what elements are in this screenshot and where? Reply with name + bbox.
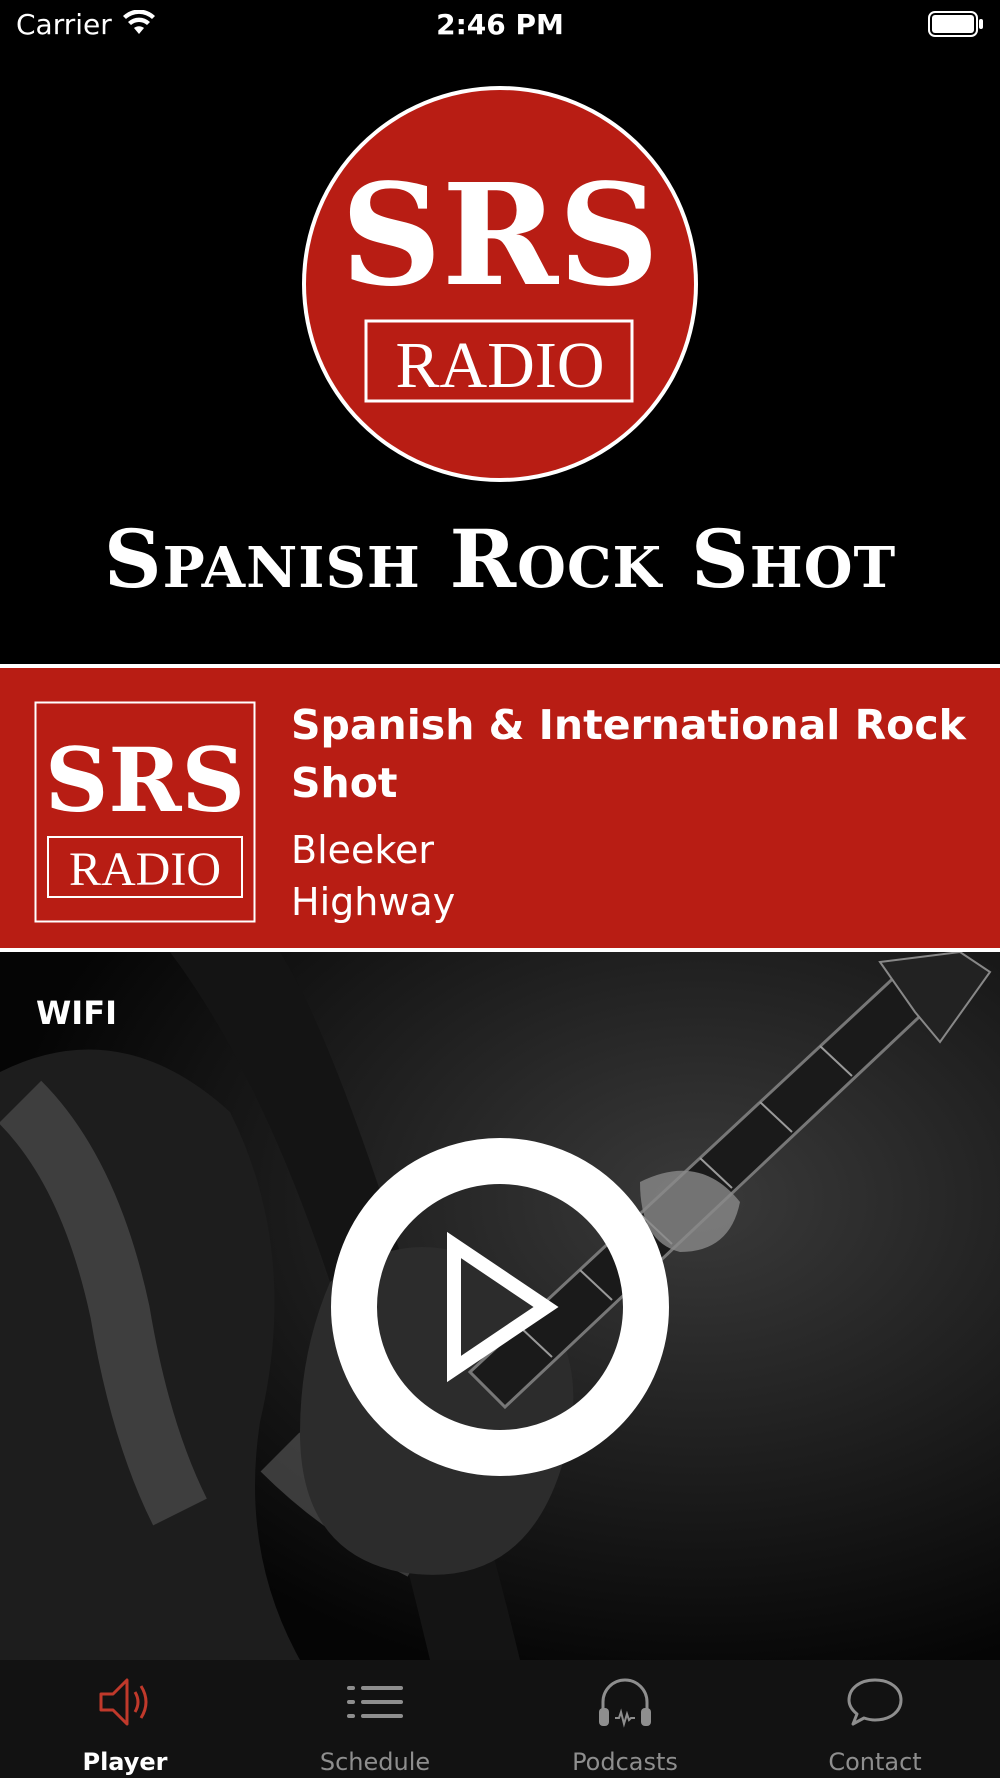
logo-srs-text: SRS	[341, 154, 660, 318]
list-icon	[347, 1686, 403, 1718]
status-bar: Carrier 2:46 PM	[0, 0, 1000, 50]
tab-contact-label: Contact	[828, 1748, 922, 1776]
song-title: Highway	[291, 880, 456, 924]
tab-player-label: Player	[82, 1748, 168, 1776]
program-logo: SRS RADIO	[34, 701, 256, 923]
connection-type-label: WIFI	[36, 994, 117, 1032]
station-title: Spanish Rock Shot	[103, 512, 897, 606]
clock-label: 2:46 PM	[436, 8, 564, 41]
play-icon	[447, 1231, 559, 1383]
tab-schedule-label: Schedule	[319, 1748, 431, 1776]
tab-bar: Player Schedule Podcasts Contact	[0, 1660, 1000, 1778]
logo-radio-text: RADIO	[396, 329, 605, 402]
tab-podcasts[interactable]: Podcasts	[500, 1660, 750, 1778]
program-logo-radio-text: RADIO	[69, 843, 221, 896]
tab-schedule[interactable]: Schedule	[250, 1660, 500, 1778]
artist-name: Bleeker	[291, 828, 435, 872]
program-logo-srs-text: SRS	[45, 728, 245, 832]
tab-contact[interactable]: Contact	[750, 1660, 1000, 1778]
tab-player[interactable]: Player	[0, 1660, 250, 1778]
now-playing-panel: SRS RADIO Spanish & International Rock S…	[0, 664, 1000, 952]
station-logo: SRS RADIO	[302, 86, 698, 482]
program-title: Spanish & International Rock Shot	[291, 701, 966, 807]
chat-bubble-icon	[847, 1678, 903, 1726]
player-area: WIFI	[0, 952, 1000, 1660]
battery-icon	[928, 11, 983, 37]
play-button[interactable]	[330, 1137, 670, 1477]
headphones-icon	[599, 1678, 651, 1728]
speaker-icon	[99, 1678, 148, 1726]
station-header: SRS RADIO Spanish Rock Shot	[0, 50, 1000, 662]
tab-podcasts-label: Podcasts	[572, 1748, 678, 1776]
